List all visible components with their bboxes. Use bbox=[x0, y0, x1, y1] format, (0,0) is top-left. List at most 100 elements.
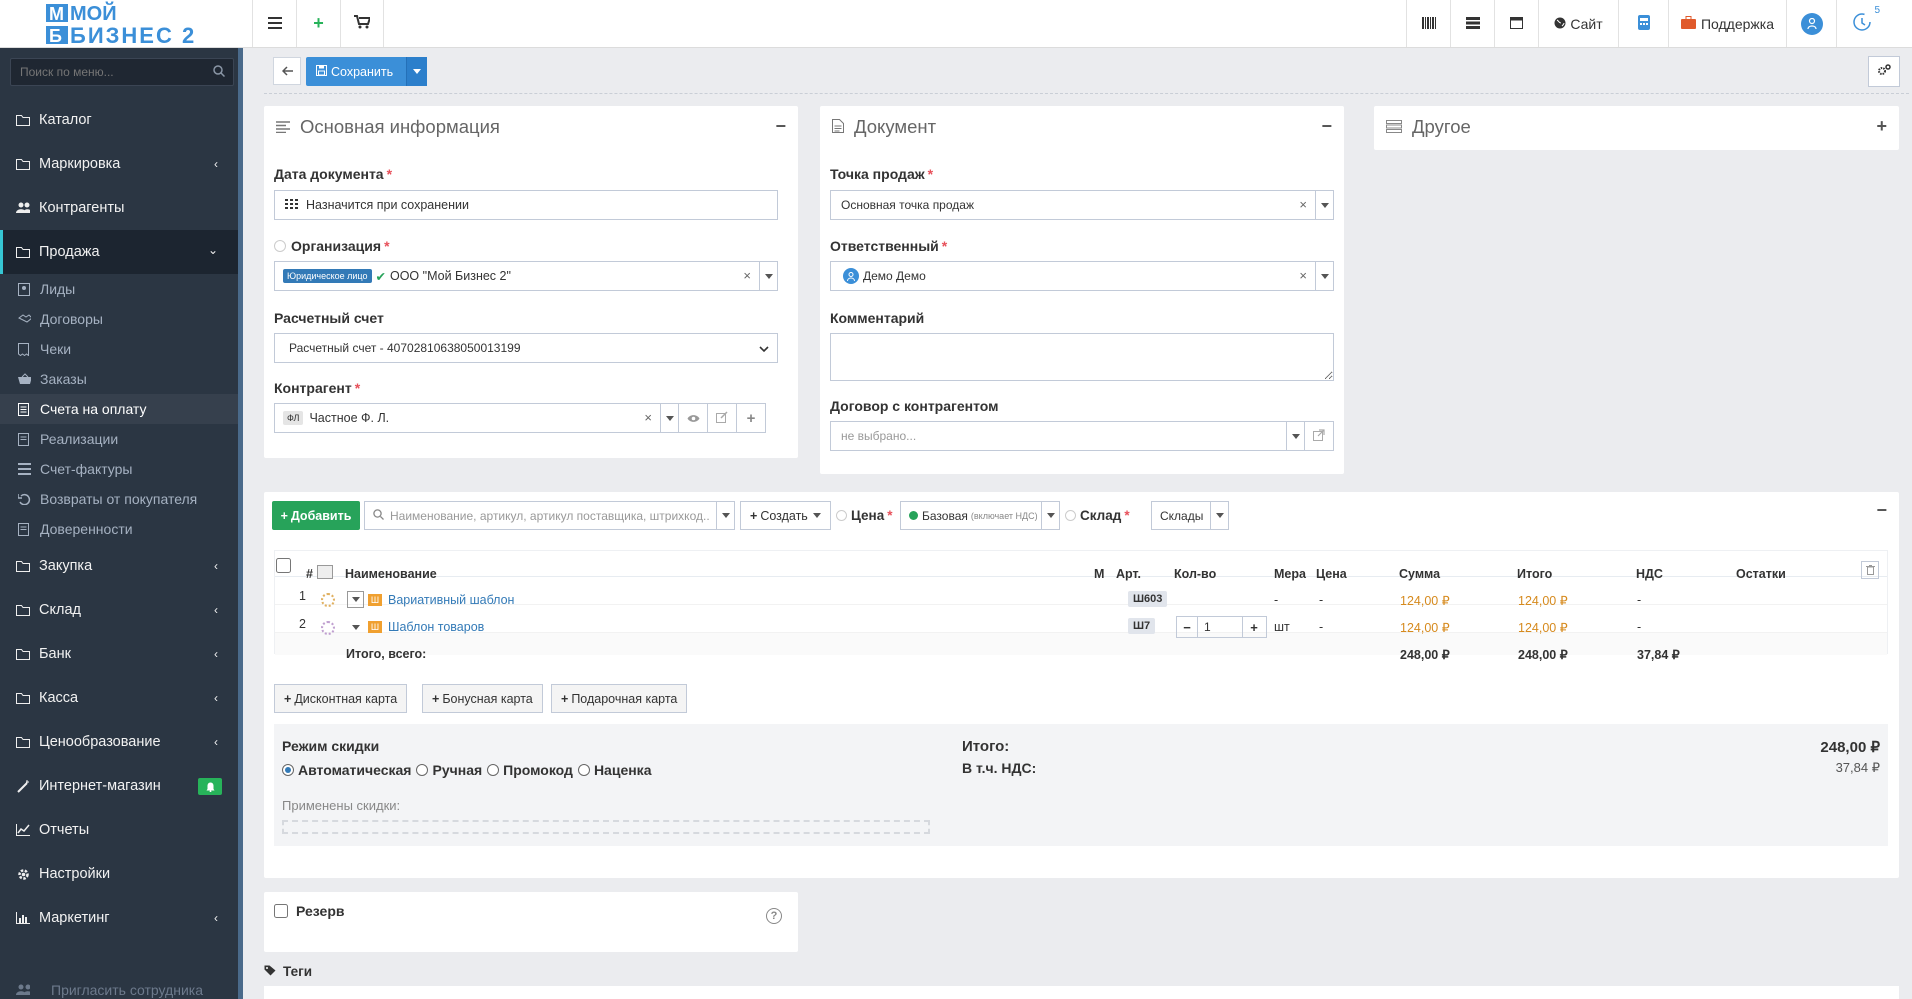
sidebar-item-settings[interactable]: Настройки bbox=[0, 852, 238, 896]
dropdown-arrow[interactable] bbox=[759, 262, 777, 290]
row-expand-button[interactable] bbox=[347, 619, 364, 636]
sidebar-subitem-invoice-facts[interactable]: Счет-фактуры bbox=[0, 454, 238, 484]
menu-search-input[interactable] bbox=[11, 59, 201, 85]
radio-promocode[interactable]: Промокод bbox=[487, 762, 573, 778]
contractor-edit-button[interactable] bbox=[707, 403, 737, 433]
sidebar-item-reports[interactable]: Отчеты bbox=[0, 808, 238, 852]
clear-icon[interactable]: × bbox=[1299, 197, 1307, 212]
responsible-select[interactable]: Демо Демо × bbox=[830, 261, 1334, 291]
create-button[interactable]: + Создать bbox=[740, 501, 831, 530]
dropdown-arrow[interactable] bbox=[1041, 502, 1059, 529]
undo-icon bbox=[18, 493, 31, 506]
dropdown-arrow[interactable] bbox=[660, 404, 678, 432]
user-menu-button[interactable] bbox=[1786, 0, 1836, 47]
cashbox-button[interactable] bbox=[1618, 0, 1668, 47]
contractor-select[interactable]: ФЛ Частное Ф. Л. × bbox=[274, 403, 679, 433]
row-expand-button[interactable] bbox=[347, 591, 364, 608]
expand-button[interactable]: + bbox=[1876, 116, 1887, 137]
clear-icon[interactable]: × bbox=[743, 268, 751, 283]
reserve-checkbox[interactable] bbox=[274, 904, 288, 918]
table-row[interactable] bbox=[275, 605, 1887, 633]
sidebar-subitem-orders[interactable]: Заказы bbox=[0, 364, 238, 394]
barcode-button[interactable] bbox=[1406, 0, 1450, 47]
minus-icon[interactable]: − bbox=[1177, 620, 1197, 635]
menu-search bbox=[10, 58, 234, 86]
sidebar-invite-item[interactable]: Пригласить сотрудника bbox=[0, 968, 238, 999]
product-name-link[interactable]: Вариативный шаблон bbox=[388, 593, 514, 607]
product-search-input[interactable]: Наименование, артикул, артикул поставщик… bbox=[364, 501, 735, 530]
organization-select[interactable]: Юридическое лицо ✔ ООО "Мой Бизнес 2" × bbox=[274, 261, 778, 291]
bonus-card-button[interactable]: + Бонусная карта bbox=[422, 684, 543, 713]
warehouse-select[interactable]: Склады bbox=[1151, 501, 1229, 530]
sidebar-subitem-powers[interactable]: Доверенности bbox=[0, 514, 238, 544]
sidebar-scrollbar[interactable] bbox=[238, 48, 243, 999]
sidebar-item-pricing[interactable]: Ценообразование ‹ bbox=[0, 720, 238, 764]
sidebar-subitem-invoices[interactable]: Счета на оплату bbox=[0, 394, 238, 424]
sidebar-item-label: Ценообразование bbox=[39, 734, 161, 750]
back-button[interactable] bbox=[273, 57, 301, 85]
sidebar-item-sales[interactable]: Продажа ⌄ bbox=[0, 230, 238, 274]
table-row[interactable] bbox=[275, 577, 1887, 605]
sidebar-subitem-receipts[interactable]: Чеки bbox=[0, 334, 238, 364]
plus-icon[interactable]: + bbox=[1243, 620, 1265, 635]
list-button[interactable] bbox=[1450, 0, 1494, 47]
sidebar-item-cash[interactable]: Касса ‹ bbox=[0, 676, 238, 720]
sidebar-subitem-returns[interactable]: Возвраты от покупателя bbox=[0, 484, 238, 514]
menu-toggle-button[interactable] bbox=[252, 0, 296, 47]
gift-card-button[interactable]: + Подарочная карта bbox=[551, 684, 688, 713]
contractor-view-button[interactable] bbox=[678, 403, 708, 433]
dropdown-arrow[interactable] bbox=[1286, 422, 1304, 450]
sidebar-subitem-contracts[interactable]: Договоры bbox=[0, 304, 238, 334]
save-dropdown-button[interactable] bbox=[406, 57, 427, 86]
trash-icon[interactable] bbox=[1861, 561, 1879, 579]
radio-automatic[interactable]: Автоматическая bbox=[282, 762, 411, 778]
calendar-button[interactable] bbox=[1494, 0, 1538, 47]
contractor-add-button[interactable]: + bbox=[736, 403, 766, 433]
sidebar-item-eshop[interactable]: Интернет-магазин bbox=[0, 764, 238, 808]
quick-add-button[interactable]: + bbox=[296, 0, 340, 47]
clear-icon[interactable]: × bbox=[644, 410, 652, 425]
search-icon[interactable] bbox=[213, 65, 226, 80]
price-type-select[interactable]: Базовая (включает НДС) bbox=[900, 501, 1060, 530]
clear-icon[interactable]: × bbox=[1299, 268, 1307, 283]
collapse-button[interactable]: − bbox=[1876, 500, 1887, 521]
sidebar-item-catalog[interactable]: Каталог bbox=[0, 98, 238, 142]
sidebar-subitem-realizations[interactable]: Реализации bbox=[0, 424, 238, 454]
notifications-button[interactable]: 5 bbox=[1836, 0, 1886, 47]
collapse-button[interactable]: − bbox=[775, 116, 786, 137]
sidebar-item-purchase[interactable]: Закупка ‹ bbox=[0, 544, 238, 588]
date-field[interactable]: Назначится при сохранении bbox=[274, 190, 778, 220]
cart-button[interactable] bbox=[340, 0, 384, 47]
column-name[interactable]: Наименование bbox=[345, 567, 437, 581]
settings-button[interactable] bbox=[1868, 56, 1900, 87]
site-button[interactable]: Сайт bbox=[1538, 0, 1618, 47]
sidebar-item-marking[interactable]: Маркировка ‹ bbox=[0, 142, 238, 186]
product-name-link[interactable]: Шаблон товаров bbox=[388, 620, 484, 634]
plus-icon: + bbox=[750, 508, 758, 523]
dropdown-arrow[interactable] bbox=[1315, 262, 1333, 290]
sidebar-item-bank[interactable]: Банк ‹ bbox=[0, 632, 238, 676]
comment-textarea[interactable] bbox=[830, 333, 1334, 381]
app-logo[interactable]: М Б МОЙ БИЗНЕС 2 bbox=[40, 0, 260, 48]
quantity-value[interactable]: 1 bbox=[1197, 617, 1243, 637]
collapse-button[interactable]: − bbox=[1321, 116, 1332, 137]
radio-markup[interactable]: Наценка bbox=[577, 762, 651, 778]
dropdown-arrow[interactable] bbox=[1315, 191, 1333, 219]
sidebar-subitem-leads[interactable]: Лиды bbox=[0, 274, 238, 304]
add-product-button[interactable]: + Добавить bbox=[272, 501, 360, 530]
discount-card-button[interactable]: + Дисконтная карта bbox=[274, 684, 408, 713]
contract-select[interactable]: не выбрано... bbox=[830, 421, 1305, 451]
sidebar-item-marketing[interactable]: Маркетинг ‹ bbox=[0, 896, 238, 940]
account-select[interactable]: Расчетный счет - 40702810638050013199 bbox=[274, 333, 778, 363]
help-icon[interactable]: ? bbox=[766, 908, 782, 924]
quantity-stepper[interactable]: − 1 + bbox=[1176, 616, 1267, 638]
sidebar-item-warehouse[interactable]: Склад ‹ bbox=[0, 588, 238, 632]
support-button[interactable]: Поддержка bbox=[1668, 0, 1786, 47]
dropdown-arrow[interactable] bbox=[1210, 502, 1228, 529]
pos-select[interactable]: Основная точка продаж × bbox=[830, 190, 1334, 220]
sidebar-item-contractors[interactable]: Контрагенты bbox=[0, 186, 238, 230]
contract-open-button[interactable] bbox=[1304, 421, 1334, 451]
dropdown-arrow[interactable] bbox=[716, 502, 734, 529]
select-all-checkbox[interactable] bbox=[276, 558, 291, 573]
radio-manual[interactable]: Ручная bbox=[416, 762, 482, 778]
